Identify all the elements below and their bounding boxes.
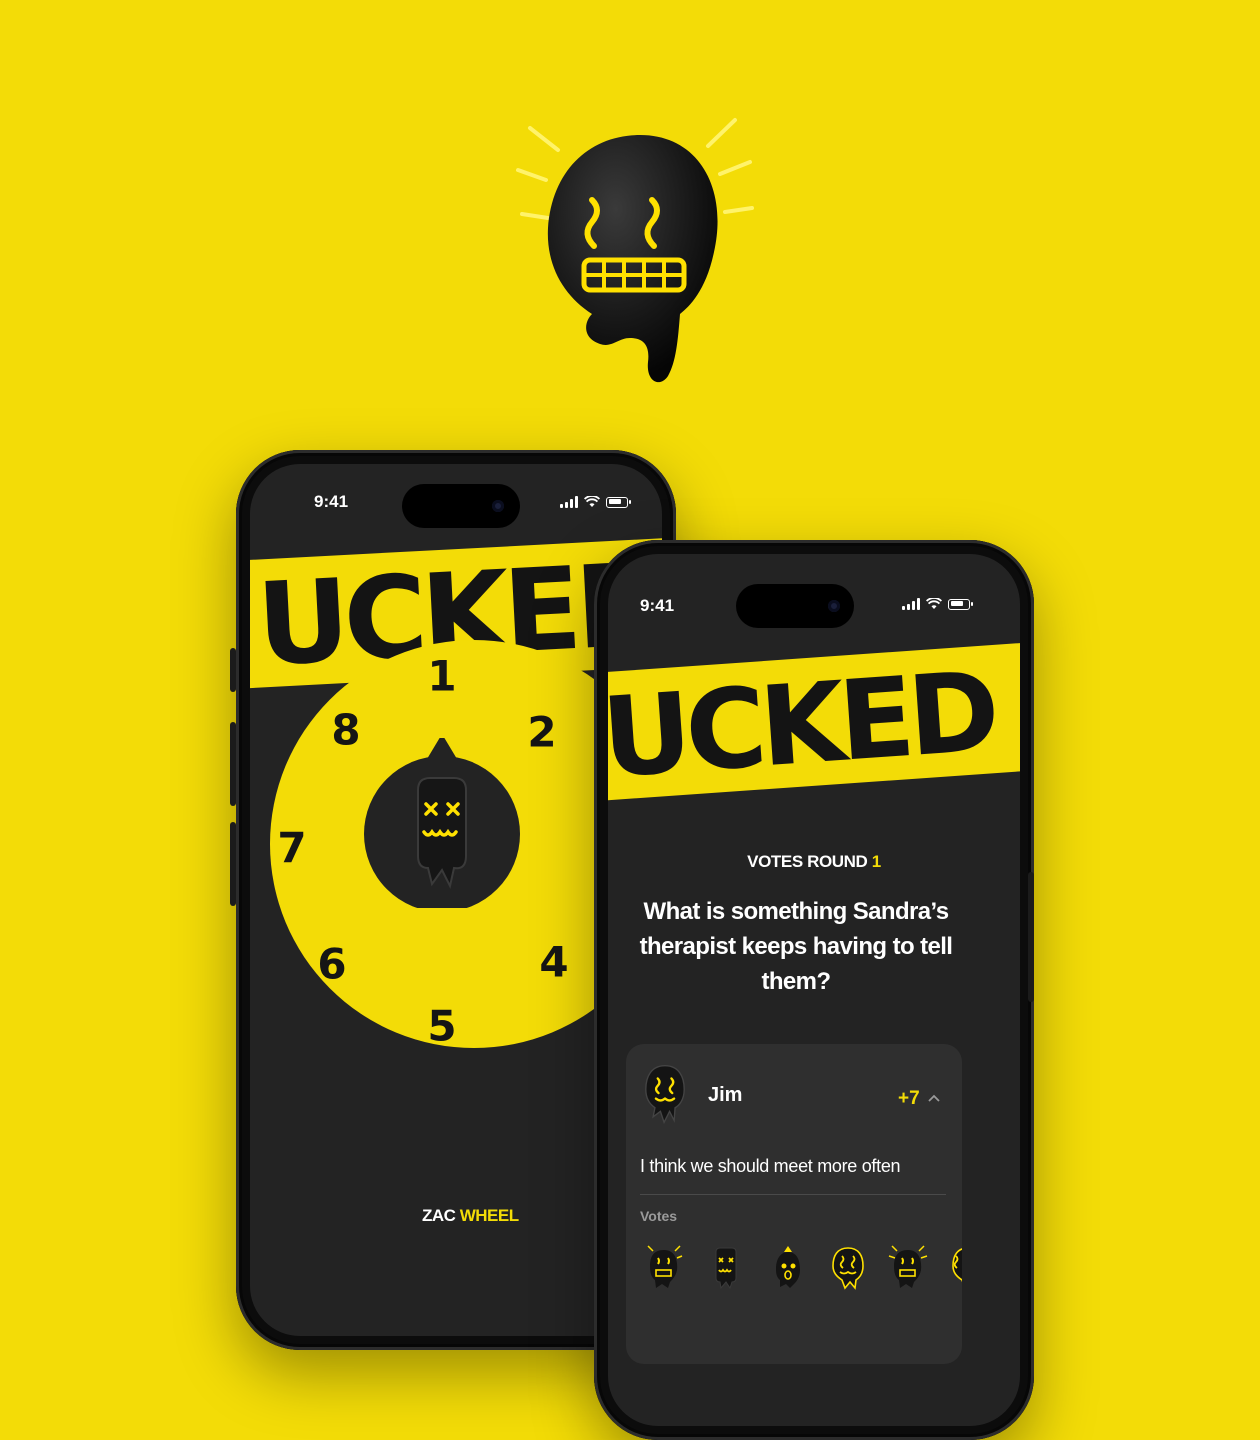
- points-badge: +7: [898, 1088, 920, 1109]
- round-label: VOTES ROUND: [747, 852, 868, 871]
- right-screen: 9:41 UCKED VOTES ROUND 1 What is somethi…: [608, 554, 1020, 1426]
- camera-icon: [492, 500, 504, 512]
- voter-avatar: [704, 1242, 748, 1290]
- answer-text: I think we should meet more often: [640, 1156, 901, 1176]
- wheel-pointer: [364, 738, 520, 908]
- wifi-icon: [584, 496, 600, 507]
- status-icons: [560, 496, 631, 508]
- wheel-number: 4: [539, 937, 569, 987]
- brand-wordmark: UCKED: [608, 647, 998, 802]
- chevron-up-icon[interactable]: [928, 1094, 940, 1102]
- answer-card[interactable]: Jim +7 I think we should meet more often…: [626, 1044, 962, 1364]
- battery-icon: [948, 598, 973, 610]
- volume-down-button: [230, 822, 236, 906]
- wheel-number: 5: [427, 1001, 457, 1051]
- wheel-player-label: ZAC WHEEL: [422, 1206, 519, 1226]
- status-time: 9:41: [314, 492, 349, 511]
- voter-avatar: [946, 1242, 962, 1290]
- wheel-number: 7: [277, 823, 307, 873]
- voter-avatar: [766, 1242, 810, 1290]
- swirl-ghost-icon: [832, 1247, 864, 1290]
- wheel-number: 1: [427, 651, 457, 701]
- wheel-number: 2: [527, 707, 557, 757]
- dynamic-island: [402, 484, 520, 528]
- signal-icon: [560, 496, 578, 508]
- player-avatar: [645, 1064, 685, 1125]
- question-text: What is something Sandra’s therapist kee…: [639, 898, 953, 995]
- round-number: 1: [871, 852, 881, 871]
- dizzy-ghost-icon: [715, 1247, 737, 1290]
- wheel-number: 8: [331, 705, 361, 755]
- status-time: 9:41: [640, 596, 675, 615]
- signal-icon: [902, 598, 920, 610]
- shock-ghost-icon: [647, 1245, 683, 1288]
- divider: [640, 1194, 946, 1195]
- camera-icon: [828, 600, 840, 612]
- action-button: [230, 648, 236, 692]
- status-icons: [902, 598, 973, 610]
- wheel-player-first: ZAC: [422, 1206, 456, 1225]
- voter-avatar: [886, 1242, 930, 1290]
- votes-label: Votes: [640, 1208, 678, 1224]
- voter-avatar: [642, 1242, 686, 1290]
- swirl-ghost-icon: [645, 1064, 685, 1125]
- right-phone: 9:41 UCKED VOTES ROUND 1 What is somethi…: [594, 540, 1034, 1440]
- dynamic-island: [736, 584, 854, 628]
- power-button: [1028, 872, 1034, 1002]
- brand-banner: UCKED: [608, 639, 1020, 802]
- voter-avatar: [826, 1242, 870, 1290]
- volume-up-button: [230, 722, 236, 806]
- battery-icon: [606, 496, 631, 508]
- wifi-icon: [926, 598, 942, 609]
- player-name: Jim: [708, 1084, 743, 1106]
- drip-ghost-mascot-icon: [516, 118, 754, 383]
- sleepy-ghost-icon: [776, 1246, 800, 1288]
- wheel-player-second: WHEEL: [459, 1206, 519, 1225]
- wheel-number: 6: [317, 939, 347, 989]
- round-title: VOTES ROUND 1: [608, 852, 1020, 872]
- swirl-ghost-icon: [952, 1248, 962, 1283]
- shock-ghost-icon: [888, 1245, 928, 1288]
